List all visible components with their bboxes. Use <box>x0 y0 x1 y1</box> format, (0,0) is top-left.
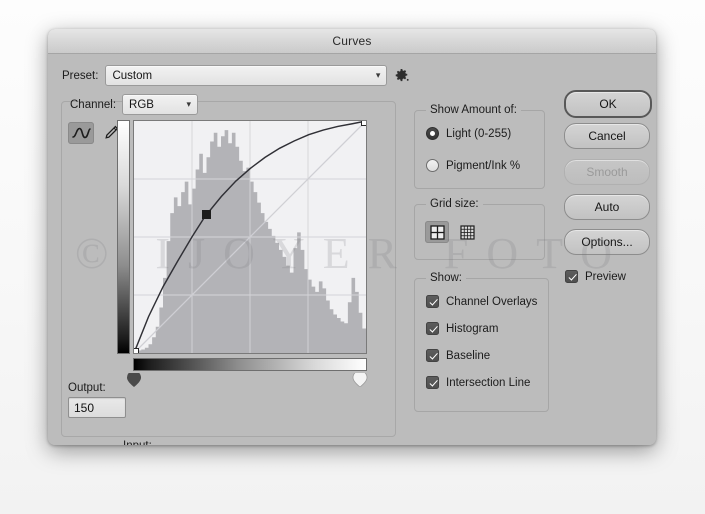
white-point-slider[interactable] <box>351 373 369 387</box>
preview-checkbox[interactable] <box>565 270 578 283</box>
channel-overlays-label: Channel Overlays <box>446 295 538 308</box>
output-field[interactable]: 150 <box>68 397 126 418</box>
channel-dropdown[interactable]: RGB ▾ <box>122 94 199 115</box>
radio-light[interactable]: Light (0-255) <box>426 127 511 140</box>
cancel-button[interactable]: Cancel <box>564 123 650 149</box>
channel-label: Channel: <box>70 98 117 111</box>
grid-tenth-icon <box>459 224 475 240</box>
intersection-line-label: Intersection Line <box>446 376 531 389</box>
baseline-checkbox[interactable] <box>426 349 439 362</box>
options-button[interactable]: Options... <box>564 229 650 255</box>
radio-pigment[interactable]: Pigment/Ink % <box>426 159 520 172</box>
channel-value: RGB <box>129 98 154 111</box>
vertical-output-gradient <box>117 120 130 354</box>
input-label: Input: <box>123 440 181 445</box>
grid-size-group: Grid size: <box>414 198 545 260</box>
chevron-down-icon: ▾ <box>375 70 381 80</box>
grid-size-buttons <box>425 221 479 243</box>
black-point-slider[interactable] <box>125 373 143 387</box>
grid-quarter-icon <box>429 224 445 240</box>
ok-button[interactable]: OK <box>564 90 652 118</box>
grid-tenth-button[interactable] <box>455 221 479 243</box>
gear-icon[interactable] <box>394 68 410 83</box>
curve-pen-icon <box>71 127 91 139</box>
auto-button-label: Auto <box>594 200 620 214</box>
chevron-down-icon: ▾ <box>186 99 192 109</box>
dialog-body: Preset: Custom ▾ Channel: RGB ▾ Output: … <box>48 54 656 445</box>
curves-dialog: Curves Preset: Custom ▾ Channel: RGB ▾ O… <box>48 29 656 445</box>
cancel-button-label: Cancel <box>588 129 626 143</box>
grid-quarter-button[interactable] <box>425 221 449 243</box>
options-button-label: Options... <box>581 235 633 249</box>
output-value: 150 <box>74 400 95 415</box>
show-amount-of-legend: Show Amount of: <box>426 104 521 116</box>
input-block: Input: 78 <box>123 440 181 445</box>
show-baseline[interactable]: Baseline <box>426 349 490 362</box>
radio-light-input[interactable] <box>426 127 439 140</box>
smooth-button: Smooth <box>564 159 650 185</box>
histogram-label: Histogram <box>446 322 499 335</box>
show-options-group: Show: Channel Overlays Histogram Baselin… <box>414 272 549 412</box>
show-legend: Show: <box>426 272 466 284</box>
histogram-checkbox[interactable] <box>426 322 439 335</box>
show-amount-of-group: Show Amount of: Light (0-255) Pigment/In… <box>414 104 545 189</box>
dialog-title: Curves <box>332 34 372 48</box>
horizontal-input-gradient <box>133 358 367 371</box>
auto-button[interactable]: Auto <box>564 194 650 220</box>
curve-tools <box>68 122 124 144</box>
radio-light-label: Light (0-255) <box>446 127 512 140</box>
preset-value: Custom <box>112 69 153 82</box>
preset-row: Preset: Custom ▾ <box>62 65 410 86</box>
show-intersection-line[interactable]: Intersection Line <box>426 376 530 389</box>
curve-point-mid[interactable] <box>202 210 211 219</box>
preset-label: Preset: <box>62 69 99 82</box>
output-block: Output: 150 <box>68 382 126 418</box>
channel-row: Channel: RGB ▾ <box>70 94 199 115</box>
show-histogram[interactable]: Histogram <box>426 322 498 335</box>
preview-row[interactable]: Preview <box>565 270 626 283</box>
curve-canvas[interactable] <box>133 120 367 354</box>
preset-dropdown[interactable]: Custom ▾ <box>105 65 388 86</box>
radio-pigment-label: Pigment/Ink % <box>446 159 521 172</box>
radio-pigment-input[interactable] <box>426 159 439 172</box>
curve-svg <box>134 121 366 353</box>
curve-point-black[interactable] <box>134 348 139 353</box>
dialog-titlebar[interactable]: Curves <box>48 29 656 54</box>
show-channel-overlays[interactable]: Channel Overlays <box>426 295 537 308</box>
curve-point-white[interactable] <box>361 121 366 126</box>
channel-overlays-checkbox[interactable] <box>426 295 439 308</box>
output-label: Output: <box>68 382 106 394</box>
ok-button-label: OK <box>599 97 617 111</box>
intersection-line-checkbox[interactable] <box>426 376 439 389</box>
preview-label: Preview <box>585 270 626 283</box>
grid-size-legend: Grid size: <box>426 198 483 210</box>
baseline-label: Baseline <box>446 349 491 362</box>
curve-pen-tool-button[interactable] <box>68 122 94 144</box>
smooth-button-label: Smooth <box>586 165 628 179</box>
